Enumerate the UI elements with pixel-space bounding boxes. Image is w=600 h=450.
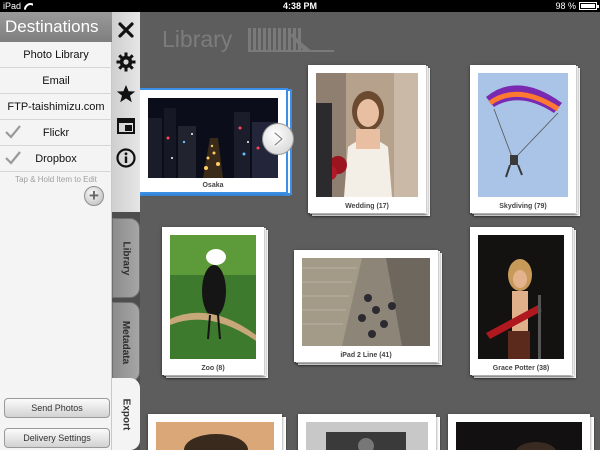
album-thumbnail xyxy=(306,422,428,450)
battery-fill xyxy=(581,4,595,8)
destination-flickr[interactable]: Flickr xyxy=(0,120,112,146)
tab-export-label: Export xyxy=(120,398,132,430)
destination-label: Photo Library xyxy=(23,48,89,61)
destination-photo-library[interactable]: Photo Library xyxy=(0,42,112,68)
gear-icon[interactable] xyxy=(115,51,137,73)
destinations-title: Destinations xyxy=(0,12,112,42)
status-time: 4:38 PM xyxy=(282,1,317,11)
destination-label: Dropbox xyxy=(35,152,77,165)
destination-ftp[interactable]: FTP-taishimizu.com xyxy=(0,94,112,120)
album-grace-potter[interactable]: Grace Potter (38) xyxy=(470,227,578,379)
battery-icon xyxy=(579,2,599,10)
library-header: Library xyxy=(140,12,600,62)
album-thumbnail xyxy=(316,73,418,197)
star-icon[interactable] xyxy=(115,83,137,105)
album-thumbnail xyxy=(456,422,582,450)
toolbar-icons xyxy=(112,12,140,212)
send-photos-button[interactable]: Send Photos xyxy=(4,398,110,418)
info-icon[interactable] xyxy=(115,147,137,169)
checkmark-icon xyxy=(5,125,21,139)
album-label: Grace Potter (38) xyxy=(492,365,550,372)
chevron-right-icon[interactable] xyxy=(262,123,294,155)
add-destination-button[interactable]: + xyxy=(84,186,104,206)
delivery-settings-button[interactable]: Delivery Settings xyxy=(4,428,110,448)
destination-label: Email xyxy=(42,74,70,87)
album-label: iPad 2 Line (41) xyxy=(340,352,392,359)
destinations-list: Photo Library Email FTP-taishimizu.com F… xyxy=(0,42,112,184)
album-partial-1[interactable] xyxy=(148,414,288,450)
destination-email[interactable]: Email xyxy=(0,68,112,94)
tab-metadata[interactable]: Metadata xyxy=(112,302,140,382)
layout-icon[interactable] xyxy=(115,115,137,137)
destination-dropbox[interactable]: Dropbox xyxy=(0,146,112,172)
album-partial-2[interactable] xyxy=(298,414,442,450)
status-bar: iPad 4:38 PM 98 % xyxy=(0,0,600,12)
album-thumbnail xyxy=(478,235,564,359)
battery-indicator: 98 % xyxy=(555,0,599,12)
toolbar-column: Library Metadata Export xyxy=(112,12,140,450)
destination-label: Flickr xyxy=(42,126,70,139)
tab-metadata-label: Metadata xyxy=(120,320,132,364)
close-icon[interactable] xyxy=(115,19,137,41)
album-thumbnail xyxy=(170,235,256,359)
tab-export[interactable]: Export xyxy=(112,378,140,450)
tab-library-label: Library xyxy=(120,241,132,275)
edit-hint: Tap & Hold Item to Edit xyxy=(15,175,97,184)
album-zoo[interactable]: Zoo (8) xyxy=(162,227,270,379)
album-partial-3[interactable] xyxy=(448,414,596,450)
destinations-panel: Destinations Photo Library Email FTP-tai… xyxy=(0,12,112,450)
album-wedding[interactable]: Wedding (17) xyxy=(308,65,432,217)
album-skydiving[interactable]: Skydiving (79) xyxy=(470,65,582,217)
tab-library[interactable]: Library xyxy=(112,218,140,298)
album-ipad-2-line[interactable]: iPad 2 Line (41) xyxy=(294,250,444,368)
album-label: Skydiving (79) xyxy=(499,203,547,210)
album-label: Osaka xyxy=(202,182,224,189)
album-thumbnail xyxy=(156,422,274,450)
album-thumbnail xyxy=(478,73,568,197)
battery-percent: 98 % xyxy=(555,1,576,11)
library-title: Library xyxy=(162,26,233,52)
library-view: Library Osaka Wedding (17) Skydiving (79… xyxy=(140,12,600,450)
album-thumbnail xyxy=(148,98,278,178)
checkmark-icon xyxy=(5,151,21,165)
bookshelf-icon xyxy=(248,28,334,52)
album-label: Wedding (17) xyxy=(345,203,389,210)
album-thumbnail xyxy=(302,258,430,346)
album-label: Zoo (8) xyxy=(201,365,225,372)
destination-label: FTP-taishimizu.com xyxy=(7,100,105,113)
